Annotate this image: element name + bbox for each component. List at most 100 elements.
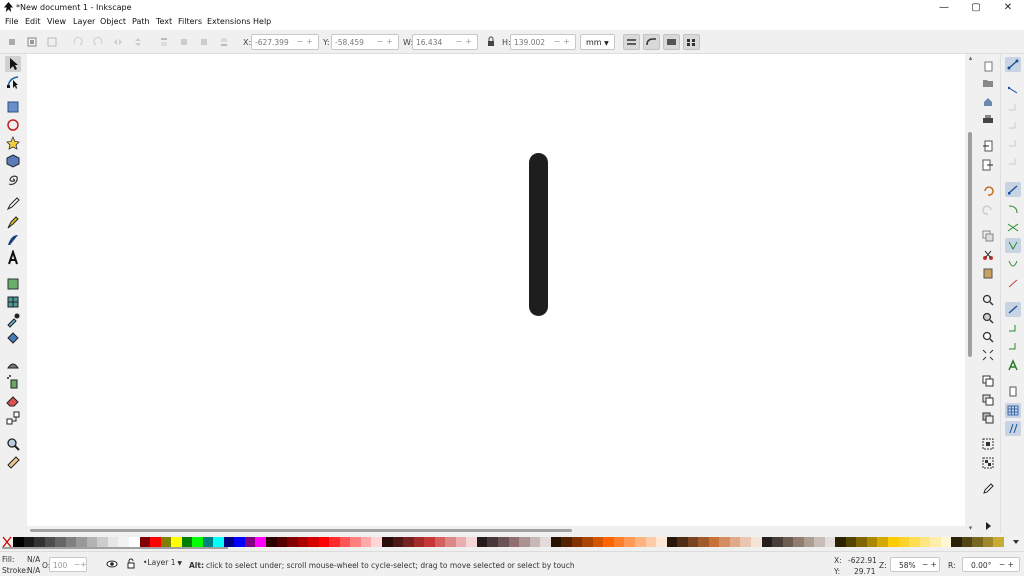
scroll-down-icon[interactable]: ▾	[966, 524, 975, 533]
clone-icon[interactable]	[982, 394, 994, 406]
color-swatch[interactable]	[202, 537, 214, 547]
snap-bbox-edges-button[interactable]	[1005, 100, 1021, 115]
color-swatch[interactable]	[466, 537, 478, 547]
3d-box-tool[interactable]	[5, 153, 21, 169]
rotation-field[interactable]: 0.00° − +	[962, 557, 1020, 572]
color-swatch[interactable]	[413, 537, 425, 547]
mesh-tool[interactable]	[5, 294, 21, 310]
eraser-tool[interactable]	[5, 392, 21, 408]
selector-tool[interactable]	[5, 56, 21, 72]
w-stepper-icon[interactable]: −+	[456, 37, 475, 46]
color-swatch[interactable]	[339, 537, 351, 547]
snap-page-border-button[interactable]	[1005, 384, 1021, 399]
color-swatch[interactable]	[34, 537, 46, 547]
horizontal-scrollbar[interactable]	[27, 526, 965, 534]
eye-visibility-icon[interactable]	[106, 558, 118, 570]
print-icon[interactable]	[982, 114, 994, 126]
y-field[interactable]: -58.459 −+	[331, 34, 399, 50]
gradient-tool[interactable]	[5, 276, 21, 292]
color-swatch[interactable]	[487, 537, 499, 547]
color-swatch[interactable]	[150, 537, 162, 547]
color-swatch[interactable]	[845, 537, 857, 547]
color-swatch[interactable]	[434, 537, 446, 547]
vertical-scroll-thumb[interactable]	[968, 132, 972, 357]
paint-bucket-tool[interactable]	[5, 330, 21, 346]
color-swatch[interactable]	[582, 537, 594, 547]
color-swatch[interactable]	[740, 537, 752, 547]
color-swatch[interactable]	[814, 537, 826, 547]
open-folder-icon[interactable]	[982, 77, 994, 89]
color-swatch[interactable]	[592, 537, 604, 547]
copy-icon[interactable]	[982, 230, 994, 242]
undo-icon[interactable]	[982, 185, 994, 197]
canvas[interactable]	[27, 54, 965, 526]
color-swatch[interactable]	[287, 537, 299, 547]
close-button[interactable]: ✕	[992, 0, 1024, 16]
zoom-field[interactable]: 58% − +	[890, 557, 940, 572]
opacity-stepper-icon[interactable]: −+	[74, 560, 87, 569]
snap-object-centers-button[interactable]	[1005, 321, 1021, 336]
color-swatch[interactable]	[982, 537, 994, 547]
drawn-stroke-path[interactable]	[529, 153, 548, 316]
flip-horizontal-icon[interactable]	[112, 36, 124, 48]
color-swatch[interactable]	[613, 537, 625, 547]
color-swatch[interactable]	[750, 537, 762, 547]
layer-dropdown[interactable]: •Layer 1 ▼	[143, 558, 185, 571]
color-swatch[interactable]	[698, 537, 710, 547]
color-swatch[interactable]	[540, 537, 552, 547]
scale-corners-button[interactable]	[643, 34, 660, 50]
color-swatch[interactable]	[476, 537, 488, 547]
text-tool[interactable]	[5, 248, 21, 266]
zoom-drawing-icon[interactable]	[982, 312, 994, 324]
star-tool[interactable]	[5, 135, 21, 151]
color-swatch[interactable]	[255, 537, 267, 547]
x-stepper-icon[interactable]: −+	[297, 37, 316, 46]
snap-bbox-midpoints-button[interactable]	[1005, 136, 1021, 151]
raise-to-top-icon[interactable]	[158, 36, 170, 48]
snap-smooth-nodes-button[interactable]	[1005, 257, 1021, 272]
color-swatch[interactable]	[65, 537, 77, 547]
lower-to-bottom-icon[interactable]	[218, 36, 230, 48]
ellipse-tool[interactable]	[5, 117, 21, 133]
color-swatch[interactable]	[866, 537, 878, 547]
color-swatch[interactable]	[213, 537, 225, 547]
menu-path[interactable]: Path	[132, 17, 150, 26]
color-swatch[interactable]	[360, 537, 372, 547]
color-swatch[interactable]	[519, 537, 531, 547]
palette-menu-icon[interactable]	[1012, 538, 1020, 546]
snap-bbox-corners-button[interactable]	[1005, 118, 1021, 133]
layer-lock-icon[interactable]	[125, 558, 137, 570]
spray-tool[interactable]	[5, 374, 21, 390]
move-gradients-button[interactable]	[663, 34, 680, 50]
menu-filters[interactable]: Filters	[178, 17, 202, 26]
color-swatch[interactable]	[171, 537, 183, 547]
spiral-tool[interactable]	[5, 171, 21, 187]
color-swatch[interactable]	[835, 537, 847, 547]
menu-object[interactable]: Object	[100, 17, 126, 26]
maximize-button[interactable]: ▢	[960, 0, 992, 16]
horizontal-scroll-thumb[interactable]	[30, 529, 572, 532]
scale-stroke-button[interactable]	[623, 34, 640, 50]
stroke-value[interactable]: N/A	[27, 566, 40, 575]
more-commands-icon[interactable]	[982, 520, 994, 532]
color-swatch[interactable]	[403, 537, 415, 547]
color-swatch[interactable]	[276, 537, 288, 547]
color-swatch[interactable]	[234, 537, 246, 547]
color-swatch[interactable]	[761, 537, 773, 547]
color-swatch[interactable]	[497, 537, 509, 547]
calligraphy-tool[interactable]	[5, 232, 21, 248]
unit-select[interactable]: mm ▼	[580, 34, 615, 50]
menu-file[interactable]: File	[5, 17, 18, 26]
color-swatch[interactable]	[687, 537, 699, 547]
color-swatch[interactable]	[455, 537, 467, 547]
snap-rotation-centers-button[interactable]	[1005, 339, 1021, 354]
color-swatch[interactable]	[772, 537, 784, 547]
color-swatch[interactable]	[297, 537, 309, 547]
color-swatch[interactable]	[909, 537, 921, 547]
color-swatch[interactable]	[898, 537, 910, 547]
snap-bbox-button[interactable]	[1005, 82, 1021, 97]
color-swatch[interactable]	[160, 537, 172, 547]
color-swatch[interactable]	[23, 537, 35, 547]
color-swatch[interactable]	[824, 537, 836, 547]
menu-view[interactable]: View	[47, 17, 66, 26]
